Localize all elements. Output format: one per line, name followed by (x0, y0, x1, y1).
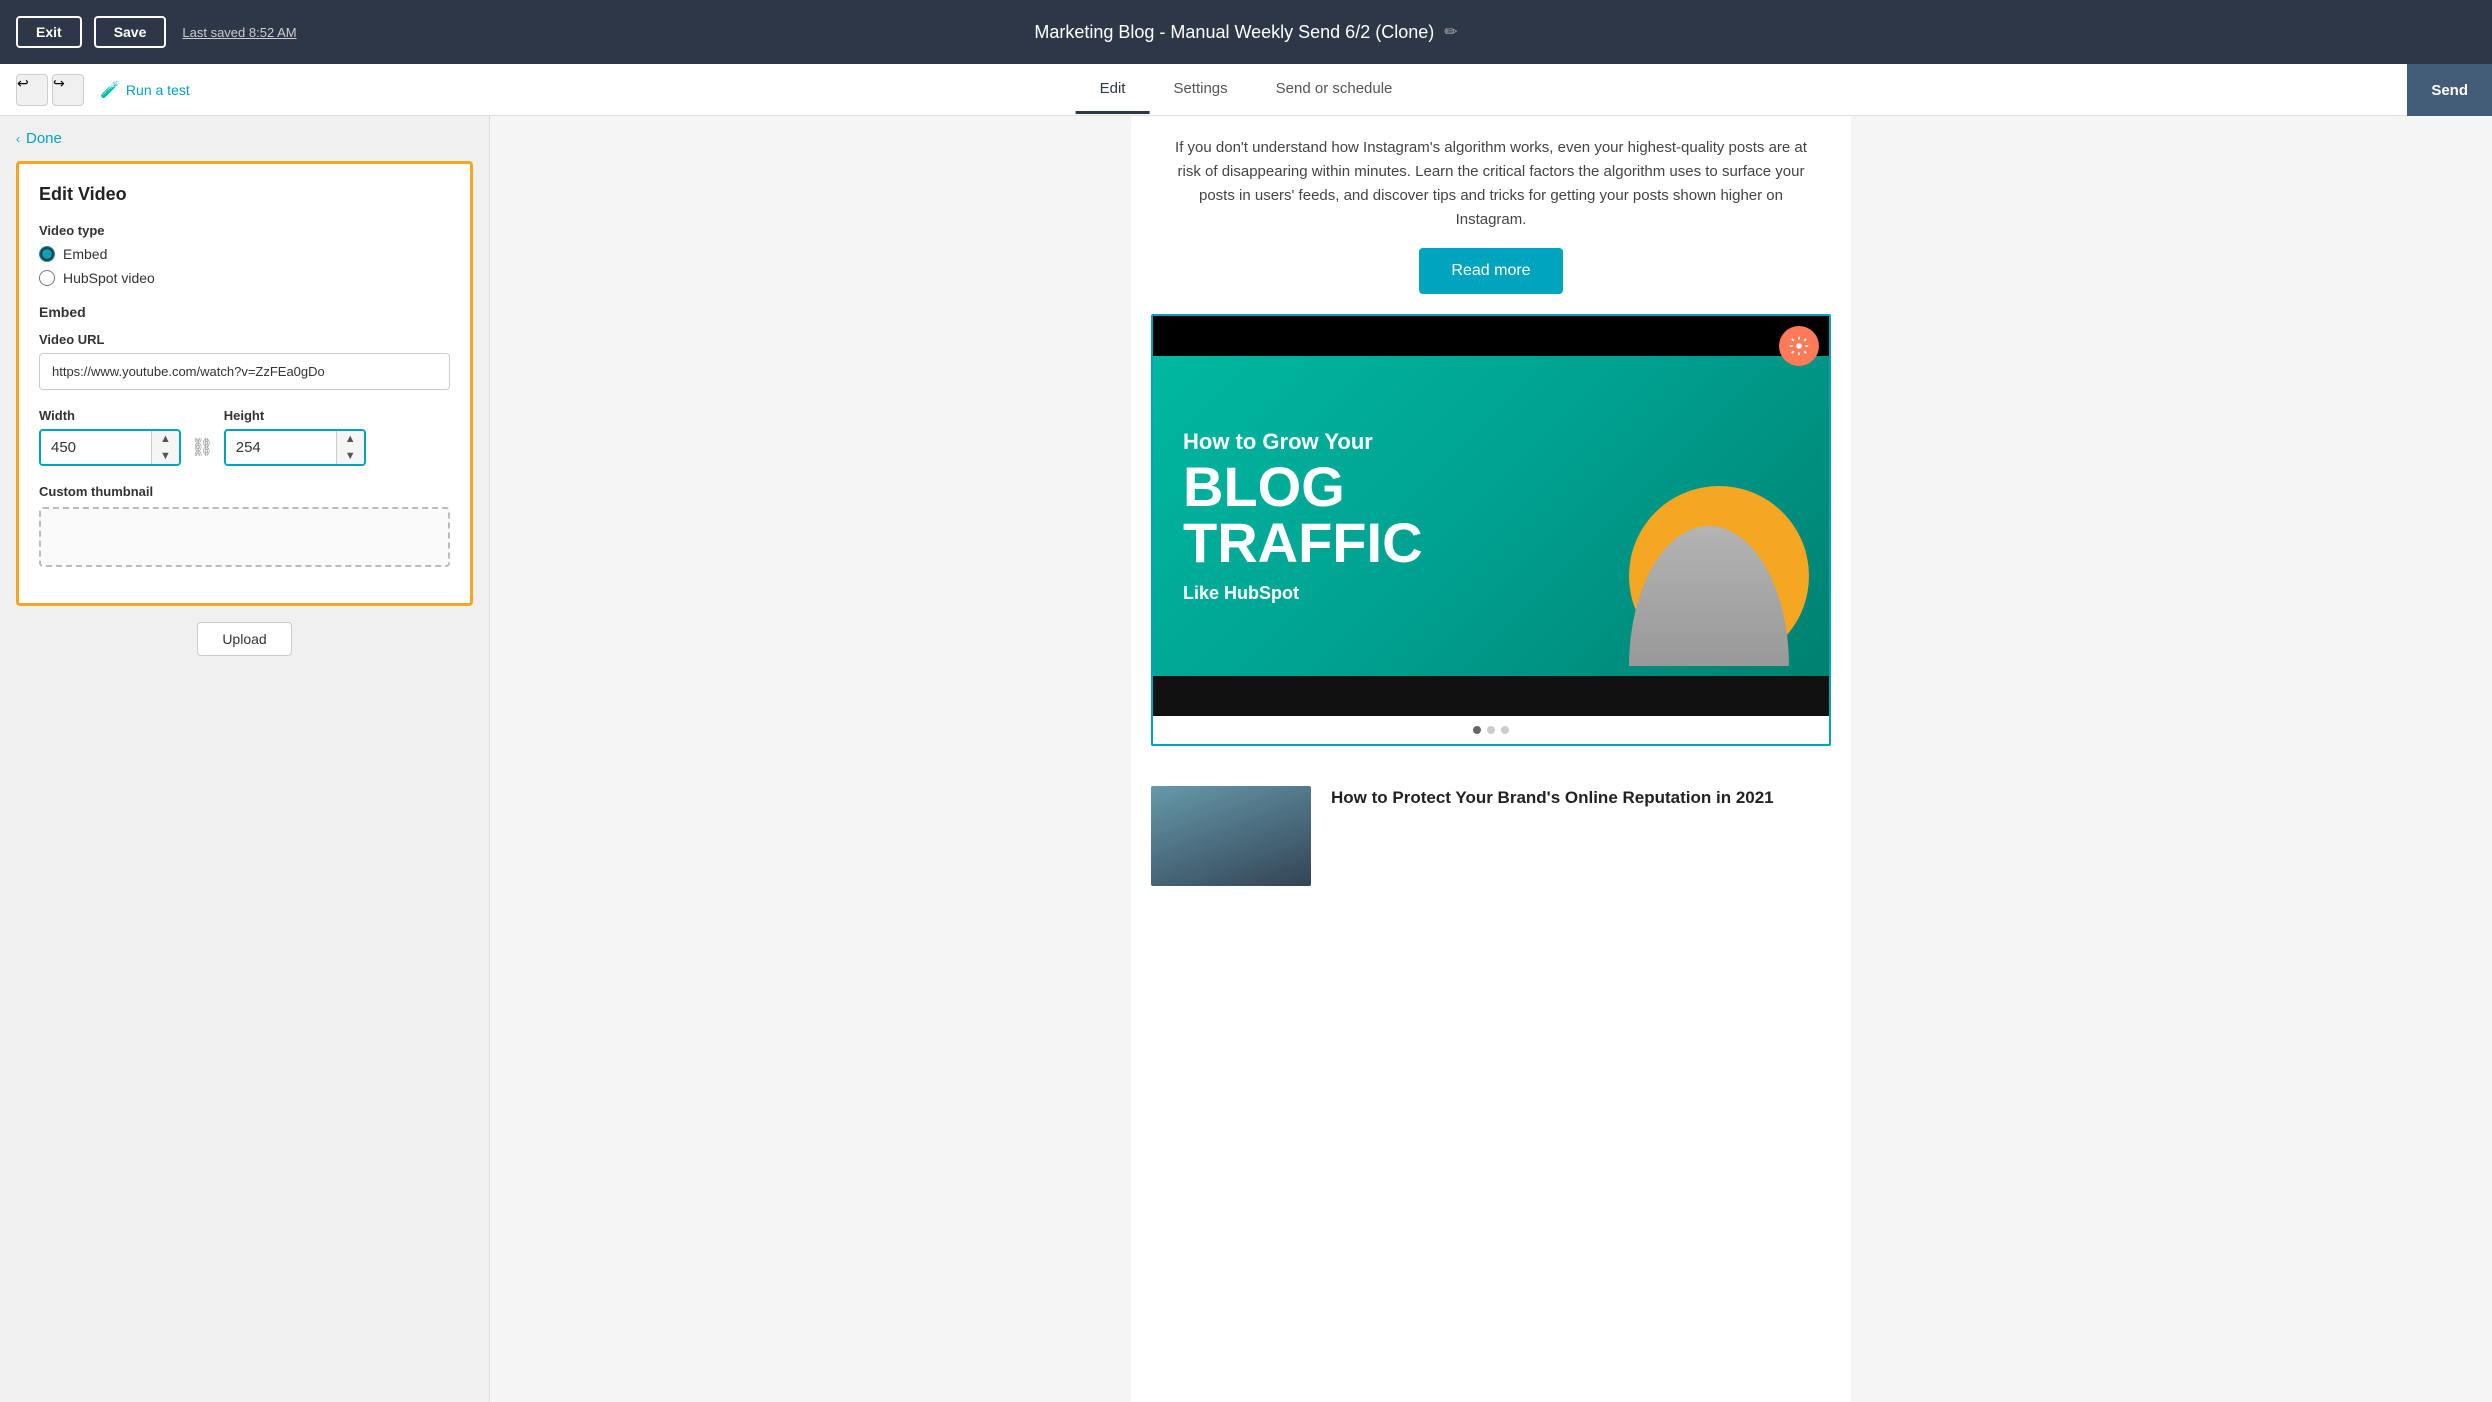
tab-settings[interactable]: Settings (1149, 66, 1251, 114)
nav-tabs: Edit Settings Send or schedule (1076, 66, 1417, 114)
undo-button[interactable]: ↩ (16, 74, 48, 106)
dot-2 (1487, 726, 1495, 734)
top-bar: Exit Save Last saved 8:52 AM Marketing B… (0, 0, 2492, 64)
video-how-to-text: How to Grow Your (1183, 429, 1579, 455)
embed-radio-label[interactable]: Embed (63, 246, 107, 262)
dimensions-row: Width ▲ ▼ ⛓ Height ▲ (39, 408, 450, 466)
done-button[interactable]: ‹ Done (0, 116, 489, 161)
right-content: If you don't understand how Instagram's … (490, 116, 2492, 1402)
height-group: Height ▲ ▼ (224, 408, 366, 466)
edit-video-title: Edit Video (39, 184, 450, 205)
main-layout: ‹ Done Edit Video Video type Embed HubSp… (0, 116, 2492, 1402)
video-container[interactable]: How to Grow Your BLOG TRAFFIC Like HubSp… (1151, 314, 1831, 746)
video-inner: How to Grow Your BLOG TRAFFIC Like HubSp… (1153, 356, 1829, 676)
width-down-button[interactable]: ▼ (152, 448, 179, 465)
read-more-wrap: Read more (1131, 248, 1851, 314)
progress-dots (1153, 716, 1829, 744)
embed-radio-item: Embed (39, 246, 450, 262)
page-title: Marketing Blog - Manual Weekly Send 6/2 … (1034, 22, 1457, 43)
nav-bar: ↩ ↪ 🧪 Run a test Edit Settings Send or s… (0, 64, 2492, 116)
send-button[interactable]: Send (2407, 64, 2492, 116)
embed-radio[interactable] (39, 246, 55, 262)
edit-video-panel: Edit Video Video type Embed HubSpot vide… (16, 161, 473, 606)
redo-button[interactable]: ↪ (52, 74, 84, 106)
video-person-area (1609, 366, 1829, 666)
height-label: Height (224, 408, 366, 423)
width-up-button[interactable]: ▲ (152, 431, 179, 448)
undo-redo-group: ↩ ↪ (16, 74, 84, 106)
link-dimensions-icon: ⛓ (191, 437, 214, 458)
video-thumbnail: How to Grow Your BLOG TRAFFIC Like HubSp… (1153, 316, 1829, 716)
hubspot-logo-icon (1779, 326, 1819, 366)
video-text-block: How to Grow Your BLOG TRAFFIC Like HubSp… (1153, 399, 1609, 634)
video-type-radio-group: Embed HubSpot video (39, 246, 450, 286)
width-input-wrap: ▲ ▼ (39, 429, 181, 466)
video-url-label: Video URL (39, 332, 450, 347)
height-spinners: ▲ ▼ (336, 431, 364, 464)
left-panel: ‹ Done Edit Video Video type Embed HubSp… (0, 116, 490, 1402)
chevron-left-icon: ‹ (16, 132, 20, 146)
dot-3 (1501, 726, 1509, 734)
width-label: Width (39, 408, 181, 423)
video-url-input[interactable] (39, 353, 450, 390)
height-input[interactable] (226, 431, 336, 464)
height-down-button[interactable]: ▼ (337, 448, 364, 465)
done-label: Done (26, 130, 62, 147)
height-input-wrap: ▲ ▼ (224, 429, 366, 466)
run-test-label: Run a test (126, 82, 190, 98)
bottom-article: How to Protect Your Brand's Online Reput… (1131, 766, 1851, 906)
bottom-article-title: How to Protect Your Brand's Online Reput… (1331, 786, 1774, 810)
tab-edit[interactable]: Edit (1076, 66, 1150, 114)
flask-icon: 🧪 (100, 80, 120, 100)
tab-send-schedule[interactable]: Send or schedule (1252, 66, 1417, 114)
bottom-article-image (1151, 786, 1311, 886)
edit-title-icon[interactable]: ✏ (1444, 22, 1457, 42)
upload-button[interactable]: Upload (197, 622, 291, 656)
video-traffic-text: TRAFFIC (1183, 515, 1579, 571)
exit-button[interactable]: Exit (16, 16, 82, 48)
email-content: If you don't understand how Instagram's … (1131, 116, 1851, 1402)
width-group: Width ▲ ▼ (39, 408, 181, 466)
dot-1 (1473, 726, 1481, 734)
thumbnail-drop-zone[interactable] (39, 507, 450, 567)
run-test-button[interactable]: 🧪 Run a test (100, 80, 190, 100)
last-saved-text: Last saved 8:52 AM (182, 25, 296, 40)
hubspot-video-radio[interactable] (39, 270, 55, 286)
embed-section-header: Embed (39, 304, 450, 320)
save-button[interactable]: Save (94, 16, 167, 48)
video-like-text: Like HubSpot (1183, 583, 1579, 604)
width-input[interactable] (41, 431, 151, 464)
read-more-button[interactable]: Read more (1419, 248, 1562, 294)
bottom-article-image-inner (1151, 786, 1311, 886)
custom-thumbnail-label: Custom thumbnail (39, 484, 450, 499)
video-blog-text: BLOG (1183, 459, 1579, 515)
height-up-button[interactable]: ▲ (337, 431, 364, 448)
width-spinners: ▲ ▼ (151, 431, 179, 464)
hubspot-video-radio-item: HubSpot video (39, 270, 450, 286)
article-text: If you don't understand how Instagram's … (1131, 116, 1851, 248)
hubspot-video-radio-label[interactable]: HubSpot video (63, 270, 155, 286)
video-type-label: Video type (39, 223, 450, 238)
